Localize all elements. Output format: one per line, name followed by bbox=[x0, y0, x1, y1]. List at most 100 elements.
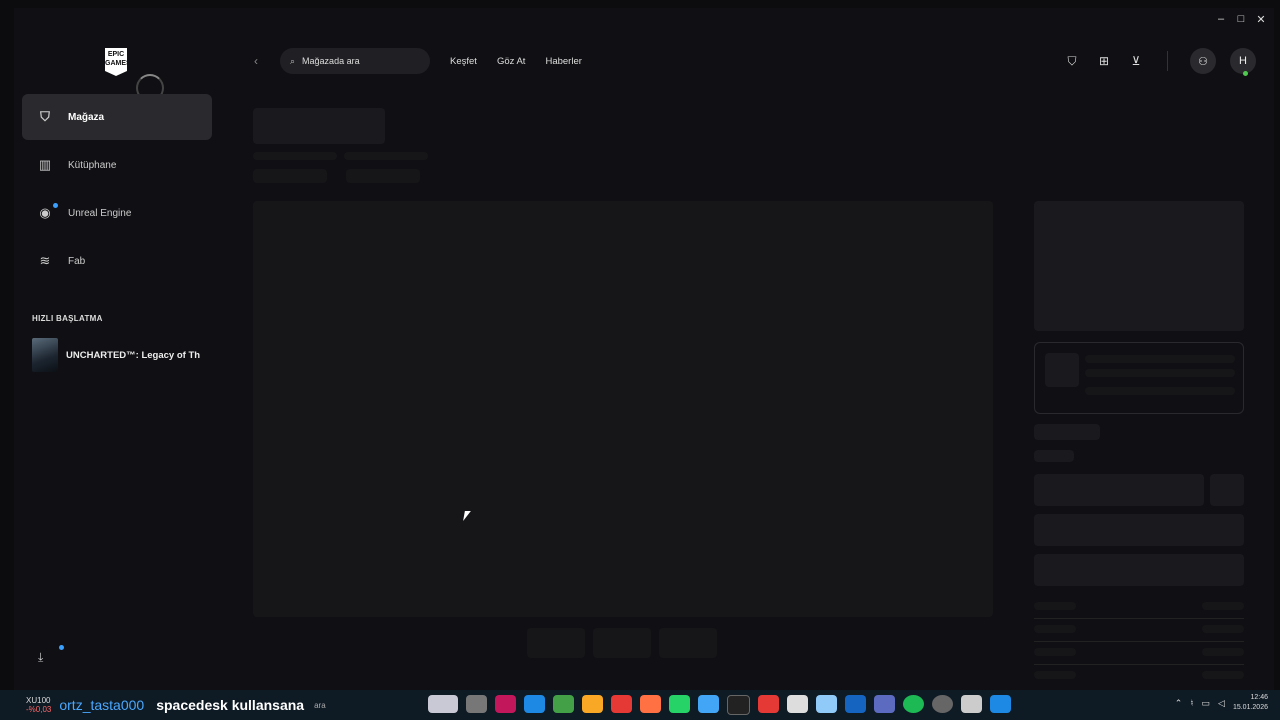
app-icon[interactable] bbox=[495, 695, 516, 713]
skeleton-meta-value bbox=[1202, 602, 1244, 610]
online-status-dot bbox=[1243, 71, 1248, 76]
sidebar-item-label: Unreal Engine bbox=[68, 207, 132, 219]
search-placeholder: Mağazada ara bbox=[302, 56, 360, 66]
steam-icon[interactable] bbox=[816, 695, 837, 713]
avatar-initial: H bbox=[1239, 55, 1247, 67]
quick-launch-title: HIZLI BAŞLATMA bbox=[32, 314, 103, 323]
stream-chat-message: spacedesk kullansana bbox=[156, 697, 305, 713]
maximize-button[interactable]: □ bbox=[1234, 13, 1248, 25]
windows-taskbar: XU100 -%0,03 ortz_tasta000 spacedesk kul… bbox=[0, 690, 1280, 720]
brave-browser-icon[interactable] bbox=[640, 695, 661, 713]
edge-browser-icon[interactable] bbox=[524, 695, 545, 713]
skeleton-meta-label bbox=[1034, 671, 1076, 679]
skeleton-text bbox=[1085, 355, 1235, 363]
game-thumbnail bbox=[32, 338, 58, 372]
wishlist-bookmark-icon[interactable]: ⛉ bbox=[1063, 54, 1081, 69]
task-view-icon[interactable] bbox=[466, 695, 487, 713]
top-links: Keşfet Göz At Haberler bbox=[450, 56, 582, 67]
skeleton-tag bbox=[346, 169, 420, 183]
skeleton-text bbox=[1085, 369, 1235, 377]
skeleton-meta-value bbox=[1202, 625, 1244, 633]
sidebar-item-store[interactable]: ⛉ Mağaza bbox=[22, 94, 212, 140]
whatsapp-icon[interactable] bbox=[669, 695, 690, 713]
stock-symbol: XU100 bbox=[26, 696, 51, 705]
skeleton-meta-label bbox=[1034, 648, 1076, 656]
sidebar-item-unreal-engine[interactable]: ◉ Unreal Engine bbox=[22, 190, 212, 236]
skeleton-thumb bbox=[659, 628, 717, 658]
skeleton-text bbox=[253, 152, 337, 160]
meta-divider bbox=[1034, 664, 1244, 665]
app-icon[interactable] bbox=[932, 695, 953, 713]
friends-icon: ⚇ bbox=[1198, 55, 1208, 68]
sidebar-item-label: Fab bbox=[68, 255, 86, 267]
microphone-icon[interactable]: ♮ bbox=[1190, 698, 1193, 709]
widget-icon[interactable] bbox=[428, 695, 458, 713]
search-input[interactable]: ⌕ Mağazada ara bbox=[280, 48, 430, 74]
quick-launch-item[interactable]: UNCHARTED™: Legacy of Th bbox=[32, 338, 202, 372]
capcut-icon[interactable] bbox=[787, 695, 808, 713]
skeleton-media-carousel bbox=[253, 201, 993, 617]
avatar[interactable]: H bbox=[1230, 48, 1256, 76]
sidebar-nav: ⛉ Mağaza ▥ Kütüphane ◉ Unreal Engine ≋ F… bbox=[22, 94, 212, 286]
link-news[interactable]: Haberler bbox=[545, 56, 581, 67]
fab-icon: ≋ bbox=[39, 253, 51, 268]
youtube-icon[interactable] bbox=[611, 695, 632, 713]
taskbar-apps bbox=[428, 695, 1011, 715]
meta-divider bbox=[1034, 618, 1244, 619]
window-controls: – □ ✕ bbox=[1214, 8, 1274, 30]
skeleton-meta-value bbox=[1202, 671, 1244, 679]
back-arrow-icon[interactable]: ‹ bbox=[254, 54, 280, 68]
sidebar-item-library[interactable]: ▥ Kütüphane bbox=[22, 142, 212, 188]
store-icon[interactable] bbox=[961, 695, 982, 713]
teams-icon[interactable] bbox=[874, 695, 895, 713]
epic-games-taskbar-icon[interactable] bbox=[727, 695, 750, 715]
divider bbox=[1167, 51, 1168, 71]
link-discover[interactable]: Keşfet bbox=[450, 56, 477, 67]
clock[interactable]: 12:46 15.01.2026 bbox=[1233, 693, 1268, 713]
skeleton-text bbox=[344, 152, 428, 160]
skeleton-wishlist-button bbox=[1210, 474, 1244, 506]
zoom-icon[interactable] bbox=[845, 695, 866, 713]
volume-icon[interactable]: ◁ bbox=[1218, 698, 1225, 709]
skeleton-thumb bbox=[527, 628, 585, 658]
skeleton-buy-button bbox=[1034, 474, 1204, 506]
skeleton-tag bbox=[253, 169, 327, 183]
gift-icon[interactable]: ⊞ bbox=[1095, 54, 1113, 68]
sidebar-item-label: Mağaza bbox=[68, 111, 105, 123]
chevron-up-icon[interactable]: ⌃ bbox=[1175, 698, 1183, 709]
epic-launcher-window: – □ ✕ EPIC GAMES ⛉ Mağaza ▥ Kütüphane ◉ U… bbox=[14, 8, 1274, 690]
skeleton-rating-icon bbox=[1045, 353, 1079, 387]
app-icon[interactable] bbox=[758, 695, 779, 713]
minimize-button[interactable]: – bbox=[1214, 13, 1228, 25]
stock-change: -%0,03 bbox=[26, 705, 52, 714]
skeleton-price bbox=[1034, 450, 1074, 462]
downloads-icon[interactable]: ⤓ bbox=[38, 650, 43, 665]
shopping-bag-icon: ⛉ bbox=[40, 109, 50, 124]
friends-button[interactable]: ⚇ bbox=[1190, 48, 1216, 74]
top-navigation: ‹ ⌕ Mağazada ara Keşfet Göz At Haberler bbox=[254, 48, 582, 74]
network-icon[interactable]: ▭ bbox=[1202, 698, 1211, 709]
epic-games-logo[interactable]: EPIC GAMES bbox=[105, 48, 127, 76]
cart-icon[interactable]: ⊻ bbox=[1127, 54, 1145, 68]
link-browse[interactable]: Göz At bbox=[497, 56, 526, 67]
search-icon: ⌕ bbox=[290, 55, 296, 66]
unreal-engine-icon: ◉ bbox=[39, 205, 51, 220]
skeleton-text bbox=[1085, 387, 1235, 395]
taskbar-left: XU100 -%0,03 ortz_tasta000 spacedesk kul… bbox=[0, 696, 326, 714]
notification-dot bbox=[53, 203, 58, 208]
app-icon[interactable] bbox=[698, 695, 719, 713]
stock-widget[interactable]: XU100 -%0,03 bbox=[26, 696, 51, 714]
sidebar-item-fab[interactable]: ≋ Fab bbox=[22, 238, 212, 284]
close-button[interactable]: ✕ bbox=[1254, 13, 1268, 26]
skeleton-badge bbox=[1034, 424, 1100, 440]
skeleton-rating-card bbox=[1034, 342, 1244, 414]
file-explorer-icon[interactable] bbox=[582, 695, 603, 713]
skeleton-title bbox=[253, 108, 385, 144]
clock-time: 12:46 bbox=[1250, 694, 1268, 701]
library-icon: ▥ bbox=[38, 157, 52, 172]
skeleton-gift-button bbox=[1034, 554, 1244, 586]
chrome-browser-icon[interactable] bbox=[553, 695, 574, 713]
spotify-icon[interactable] bbox=[903, 695, 924, 713]
app-icon[interactable] bbox=[990, 695, 1011, 713]
taskbar-search-text[interactable]: ara bbox=[314, 701, 326, 710]
